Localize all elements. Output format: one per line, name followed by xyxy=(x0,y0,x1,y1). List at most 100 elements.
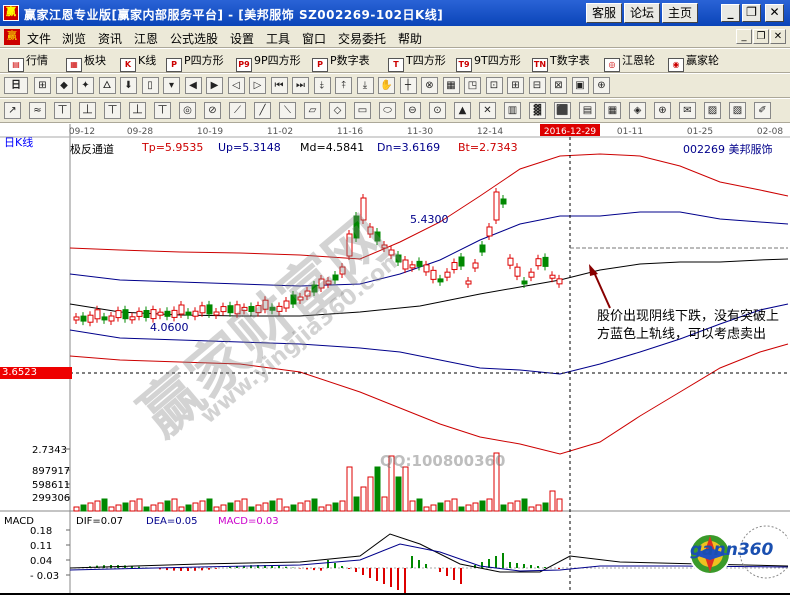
title-bar[interactable]: 赢 赢家江恩专业版[赢家内部服务平台] - [美邦服饰 SZ002269-102… xyxy=(0,0,790,26)
chart-tool-10-icon[interactable]: ▷ xyxy=(249,77,266,94)
draw-tool-8-icon[interactable]: ⊘ xyxy=(204,102,221,119)
menu-settings[interactable]: 设置 xyxy=(230,30,254,47)
toolbar-9t-square[interactable]: T9 9T四方形 xyxy=(456,51,521,72)
draw-tool-16-icon[interactable]: ⊖ xyxy=(404,102,421,119)
chart-tool-13-icon[interactable]: ⤈ xyxy=(313,77,331,94)
restore-icon[interactable]: ❐ xyxy=(742,4,761,22)
draw-tool-2-icon[interactable]: ㄒ xyxy=(54,102,71,119)
draw-tool-28-icon[interactable]: ▨ xyxy=(704,102,721,119)
chart-tool-24-icon[interactable]: ⊠ xyxy=(550,77,567,94)
toolbar-p-square[interactable]: P P四方形 xyxy=(166,51,224,72)
toolbar-gann-wheel[interactable]: ◎ 江恩轮 xyxy=(604,51,655,72)
chart-tool-20-icon[interactable]: ◳ xyxy=(464,77,481,94)
chart-tool-5-icon[interactable]: ▯ xyxy=(141,77,159,94)
draw-tool-30-icon[interactable]: ✐ xyxy=(754,102,771,119)
child-minimize-icon[interactable]: _ xyxy=(736,29,752,44)
candle-body xyxy=(129,316,136,321)
chart-tool-21-icon[interactable]: ⊡ xyxy=(485,77,503,94)
toolbar-quotes[interactable]: ▤ 行情 xyxy=(8,51,48,72)
period-selector[interactable]: 日 xyxy=(4,77,28,94)
menu-help[interactable]: 帮助 xyxy=(398,30,422,47)
volume-bar xyxy=(430,504,437,512)
draw-tool-27-icon[interactable]: ✉ xyxy=(679,102,696,119)
draw-tool-26-icon[interactable]: ⊕ xyxy=(654,102,671,119)
chart-tool-23-icon[interactable]: ⊟ xyxy=(528,77,546,94)
menu-tools[interactable]: 工具 xyxy=(266,30,290,47)
chart-tool-4-icon[interactable]: ⬇ xyxy=(120,77,137,94)
chart-tool-18-icon[interactable]: ⊗ xyxy=(421,77,438,94)
home-button[interactable]: 主页 xyxy=(662,3,698,23)
chart-tool-22-icon[interactable]: ⊞ xyxy=(507,77,524,94)
toolbar-p-number[interactable]: P P数字表 xyxy=(312,51,370,72)
menu-formula[interactable]: 公式选股 xyxy=(170,30,218,47)
chart-tool-9-icon[interactable]: ◁ xyxy=(227,77,245,94)
toolbar-kline[interactable]: K K线 xyxy=(120,51,156,72)
draw-tool-12-icon[interactable]: ▱ xyxy=(304,102,321,119)
forum-button[interactable]: 论坛 xyxy=(624,3,660,23)
high-label: 5.4300 xyxy=(410,213,449,226)
close-icon[interactable]: ✕ xyxy=(765,4,784,22)
toolbar-winner-wheel[interactable]: ◉ 赢家轮 xyxy=(668,51,719,72)
chart-tool-11-icon[interactable]: ⏮ xyxy=(270,77,288,94)
draw-tool-19-icon[interactable]: ✕ xyxy=(479,102,496,119)
chart-tool-12-icon[interactable]: ⏭ xyxy=(292,77,309,94)
chart-tool-2-icon[interactable]: ✦ xyxy=(77,77,94,94)
menu-trade[interactable]: 交易委托 xyxy=(338,30,386,47)
draw-tool-14-icon[interactable]: ▭ xyxy=(354,102,371,119)
chart-tool-17-icon[interactable]: ┼ xyxy=(399,77,417,94)
draw-tool-17-icon[interactable]: ⊙ xyxy=(429,102,446,119)
chart-tool-1-icon[interactable]: ◆ xyxy=(55,77,73,94)
menu-browse[interactable]: 浏览 xyxy=(62,30,86,47)
draw-tool-15-icon[interactable]: ⬭ xyxy=(379,102,396,119)
draw-tool-24-icon[interactable]: ▦ xyxy=(604,102,621,119)
chart-area[interactable]: 09-12 09-28 10-19 11-02 11-16 11-30 12-14 2016-… xyxy=(0,124,790,593)
menu-news[interactable]: 资讯 xyxy=(98,30,122,47)
draw-tool-10-icon[interactable]: ╱ xyxy=(254,102,271,119)
draw-tool-7-icon[interactable]: ◎ xyxy=(179,102,196,119)
draw-tool-20-icon[interactable]: ▥ xyxy=(504,102,521,119)
chart-tool-25-icon[interactable]: ▣ xyxy=(571,77,589,94)
kline-chart-svg[interactable]: 09-12 09-28 10-19 11-02 11-16 11-30 12-14 2016-… xyxy=(0,124,790,593)
chart-tool-19-icon[interactable]: ▦ xyxy=(442,77,460,94)
chart-tool-16-icon[interactable]: ✋ xyxy=(378,77,395,94)
chart-tool-8-icon[interactable]: ▶ xyxy=(206,77,223,94)
draw-tool-13-icon[interactable]: ◇ xyxy=(329,102,346,119)
draw-tool-5-icon[interactable]: 丄 xyxy=(129,102,146,119)
menu-window[interactable]: 窗口 xyxy=(302,30,326,47)
draw-tool-9-icon[interactable]: ⟋ xyxy=(229,102,246,119)
draw-tool-4-icon[interactable]: ㄒ xyxy=(104,102,121,119)
chart-tool-26-icon[interactable]: ⊕ xyxy=(593,77,610,94)
child-close-icon[interactable]: ✕ xyxy=(770,29,786,44)
draw-tool-1-icon[interactable]: ≈ xyxy=(29,102,46,119)
toolbar-9p-square[interactable]: P9 9P四方形 xyxy=(236,51,301,72)
macd-series-label: DIF=0.07 xyxy=(76,516,123,527)
draw-tool-6-icon[interactable]: ㄒ xyxy=(154,102,171,119)
chart-tool-3-icon[interactable]: 🜂 xyxy=(98,77,116,94)
child-restore-icon[interactable]: ❐ xyxy=(753,29,769,44)
service-button[interactable]: 客服 xyxy=(586,3,622,23)
draw-tool-21-icon[interactable]: ▓ xyxy=(529,102,546,119)
draw-tool-25-icon[interactable]: ◈ xyxy=(629,102,646,119)
chart-tool-6-icon[interactable]: ▾ xyxy=(163,77,180,94)
candle-body xyxy=(444,271,451,278)
menu-gann[interactable]: 江恩 xyxy=(134,30,158,47)
toolbar-t-number[interactable]: TN T数字表 xyxy=(532,51,590,72)
chart-tool-15-icon[interactable]: ⤓ xyxy=(356,77,374,94)
chart-tool-0-icon[interactable]: ⊞ xyxy=(34,77,51,94)
draw-tool-18-icon[interactable]: ▲ xyxy=(454,102,471,119)
volume-tick-label: 2.7343 xyxy=(32,445,67,456)
toolbar-sectors[interactable]: ▦ 板块 xyxy=(66,51,106,72)
chart-tool-7-icon[interactable]: ◀ xyxy=(184,77,202,94)
draw-tool-23-icon[interactable]: ▤ xyxy=(579,102,596,119)
draw-tool-3-icon[interactable]: 丄 xyxy=(79,102,96,119)
draw-tool-22-icon[interactable]: ⬛ xyxy=(554,102,571,119)
menu-file[interactable]: 文件 xyxy=(27,30,51,47)
draw-tool-29-icon[interactable]: ▧ xyxy=(729,102,746,119)
draw-tool-0-icon[interactable]: ↗ xyxy=(4,102,21,119)
draw-tool-11-icon[interactable]: ⟍ xyxy=(279,102,296,119)
macd-tick-label: 0.11 xyxy=(30,541,52,552)
toolbar-t-square[interactable]: T T四方形 xyxy=(388,51,446,72)
candle-body xyxy=(108,315,115,322)
chart-tool-14-icon[interactable]: ⤉ xyxy=(335,77,352,94)
minimize-icon[interactable]: _ xyxy=(721,4,740,22)
